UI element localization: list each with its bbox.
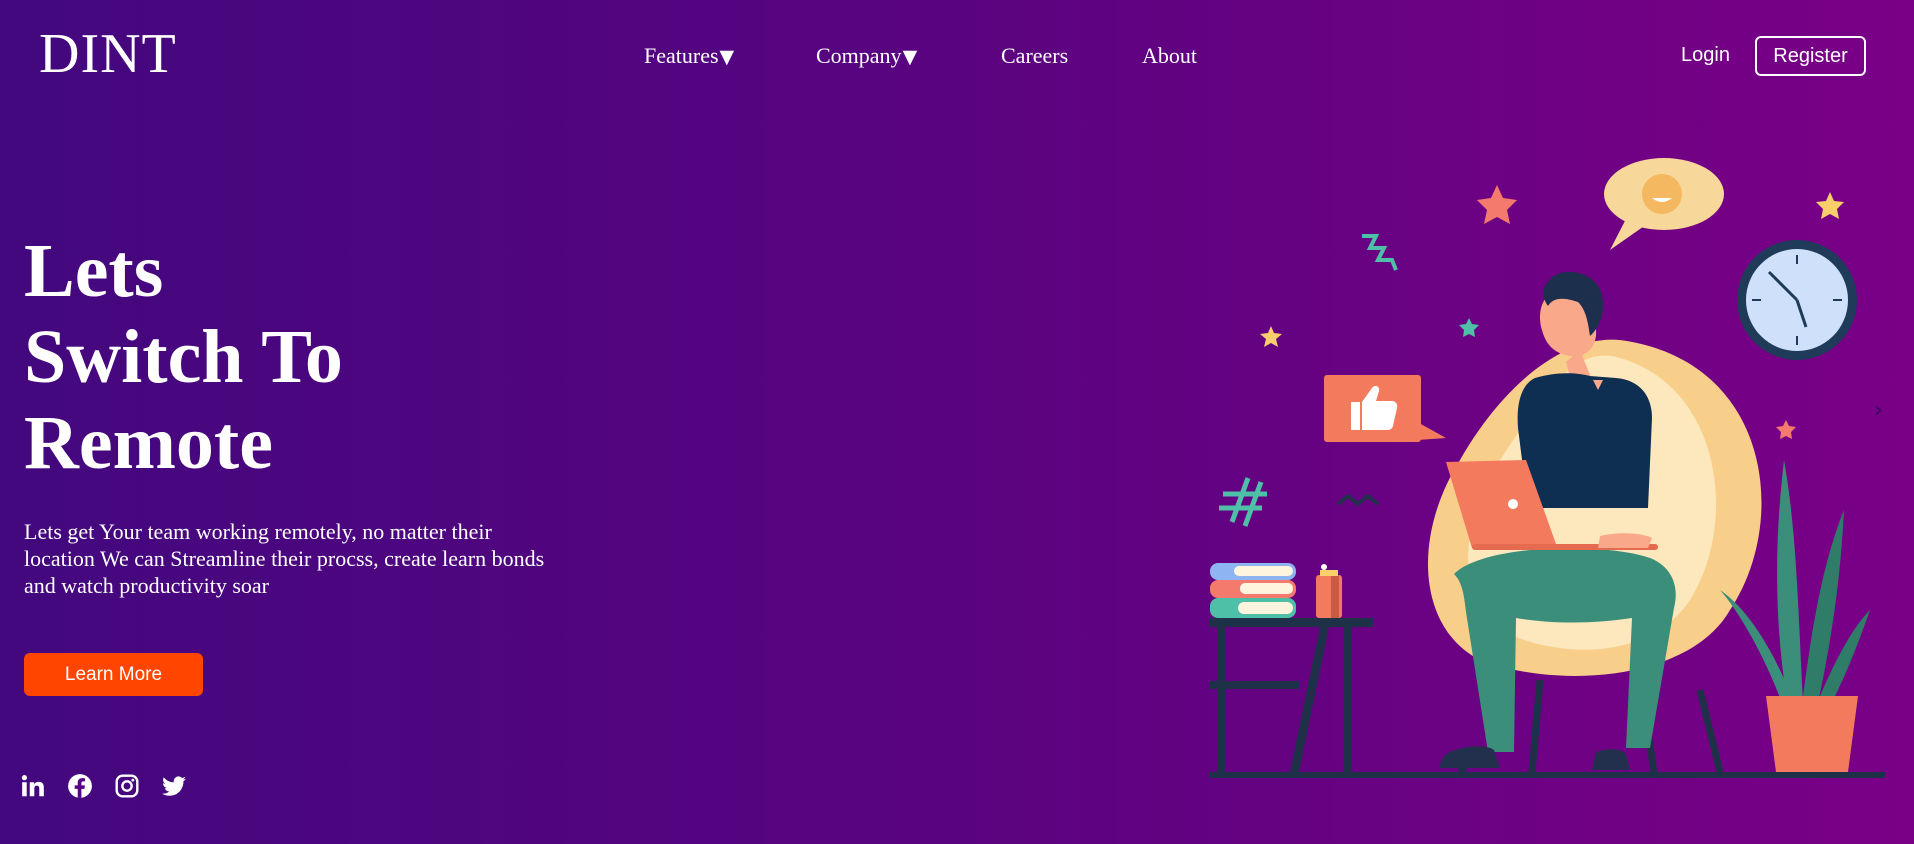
slider-next-arrow-icon[interactable]: › — [1874, 398, 1883, 423]
star-icon — [1816, 192, 1844, 219]
facebook-icon[interactable] — [67, 773, 93, 799]
speech-bubble-icon — [1604, 158, 1724, 250]
hero-title-line: Remote — [24, 401, 273, 485]
brand-logo[interactable]: DINT — [39, 22, 177, 86]
chevron-down-icon: ▼ — [719, 46, 735, 68]
side-table — [1209, 618, 1373, 772]
login-link[interactable]: Login — [1681, 44, 1730, 67]
star-icon — [1776, 420, 1796, 439]
hero-title: Lets Switch To Remote — [24, 228, 343, 486]
thumbs-up-icon — [1324, 375, 1446, 442]
hero-title-line: Lets — [24, 229, 164, 313]
twitter-icon[interactable] — [161, 773, 187, 799]
nav-item-label: Company — [816, 43, 902, 68]
remote-work-illustration — [1209, 158, 1885, 778]
hero-description: Lets get Your team working remotely, no … — [24, 519, 545, 598]
social-links — [20, 773, 187, 799]
zigzag-decoration — [1362, 234, 1398, 271]
nav-item-features[interactable]: Features▼ — [644, 40, 734, 73]
books-stack — [1210, 563, 1296, 618]
floor-line — [1209, 772, 1885, 778]
hero-title-line: Switch To — [24, 315, 343, 399]
zigzag-decoration — [1336, 493, 1380, 507]
nav-item-company[interactable]: Company▼ — [816, 40, 917, 73]
star-icon — [1477, 185, 1517, 224]
star-icon — [1459, 318, 1479, 337]
clock-icon — [1737, 240, 1857, 360]
learn-more-button[interactable]: Learn More — [24, 653, 203, 696]
cup-icon — [1316, 564, 1342, 618]
hashtag-icon — [1219, 477, 1267, 527]
nav-item-careers[interactable]: Careers — [1001, 40, 1068, 72]
chevron-down-icon: ▼ — [902, 46, 918, 68]
linkedin-icon[interactable] — [20, 773, 46, 799]
instagram-icon[interactable] — [114, 773, 140, 799]
nav-item-label: Features — [644, 43, 719, 68]
nav-item-about[interactable]: About — [1142, 40, 1197, 72]
register-button[interactable]: Register — [1755, 36, 1866, 76]
star-icon — [1260, 326, 1282, 347]
